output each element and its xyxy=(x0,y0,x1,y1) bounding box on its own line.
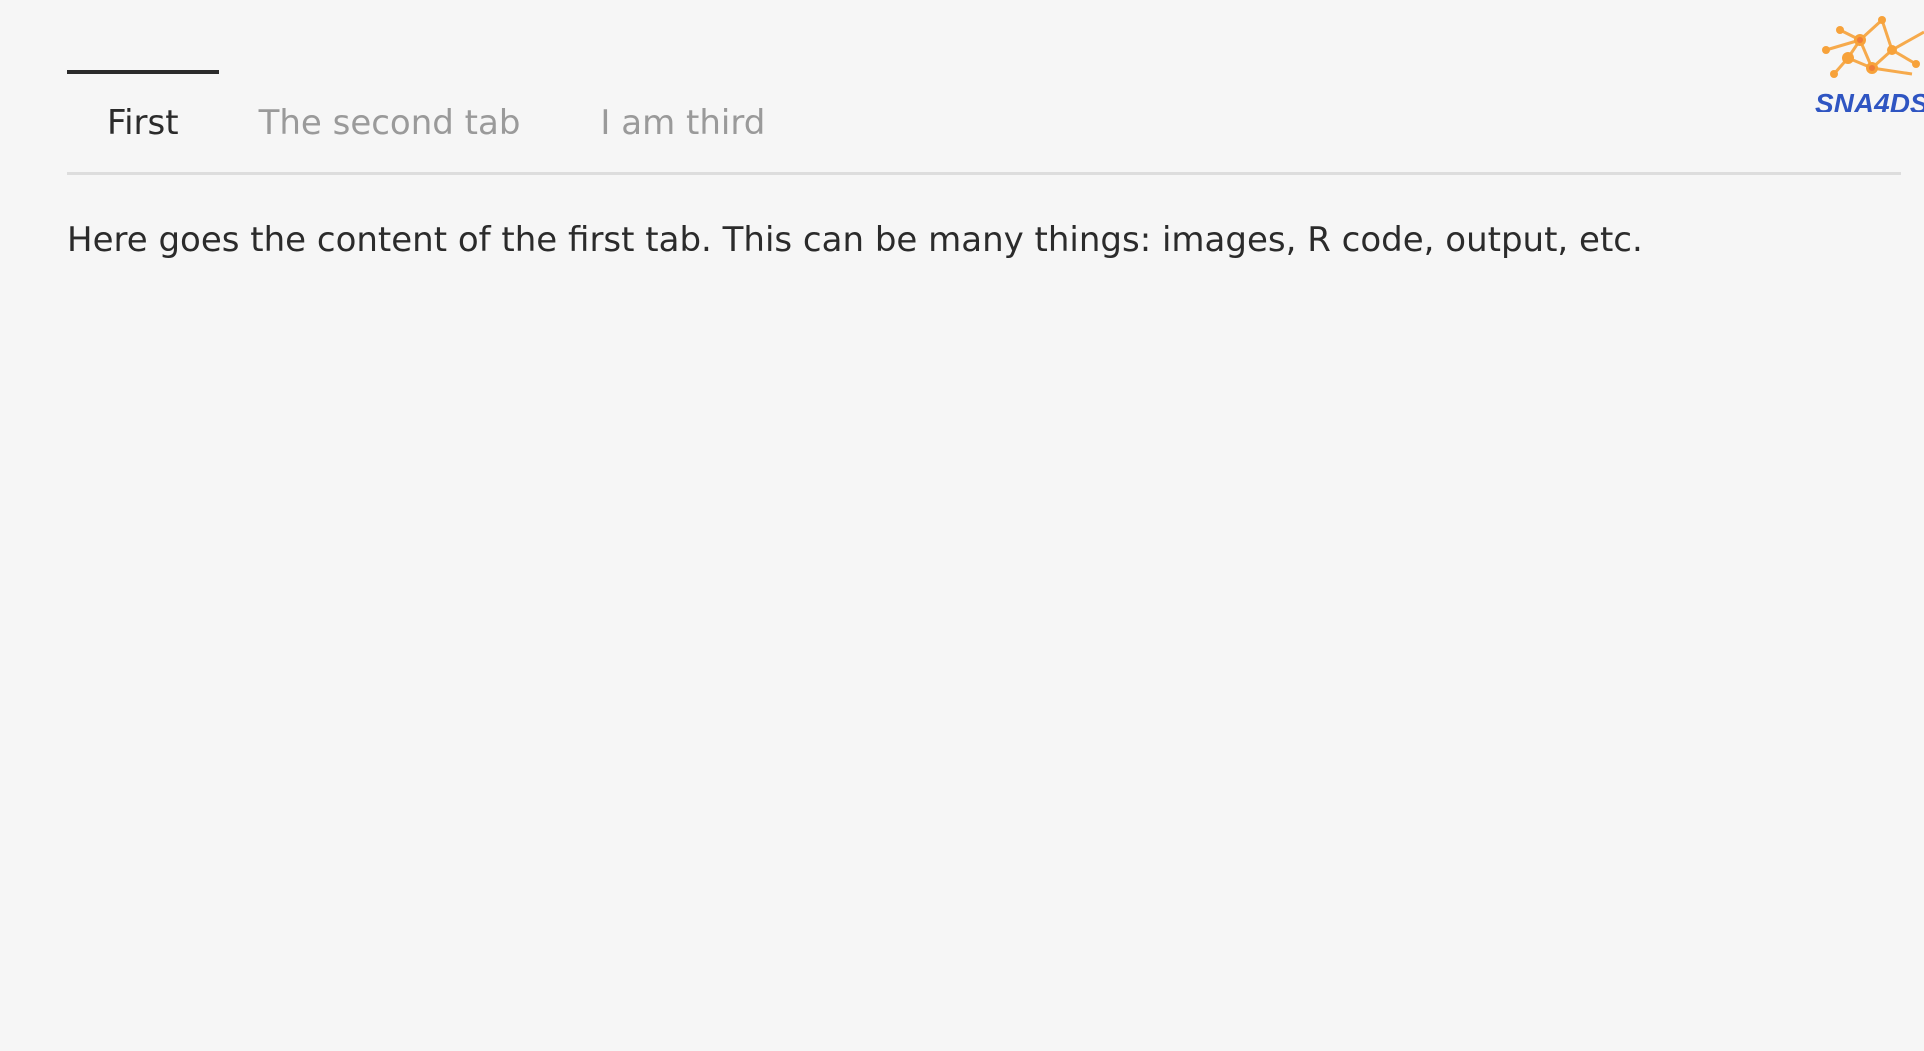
tab-third-label: I am third xyxy=(600,103,766,143)
tab-second[interactable]: The second tab xyxy=(219,70,561,172)
tab-first-label: First xyxy=(107,103,179,143)
tab-content-text: Here goes the content of the first tab. … xyxy=(67,220,1643,260)
page: SNA4DS First The second tab I am third H… xyxy=(0,0,1924,1051)
tab-third[interactable]: I am third xyxy=(560,70,805,172)
tab-content-panel: Here goes the content of the first tab. … xyxy=(67,214,1901,266)
tab-second-label: The second tab xyxy=(258,103,521,143)
tab-first[interactable]: First xyxy=(67,70,219,172)
tab-bar: First The second tab I am third xyxy=(67,70,1901,175)
